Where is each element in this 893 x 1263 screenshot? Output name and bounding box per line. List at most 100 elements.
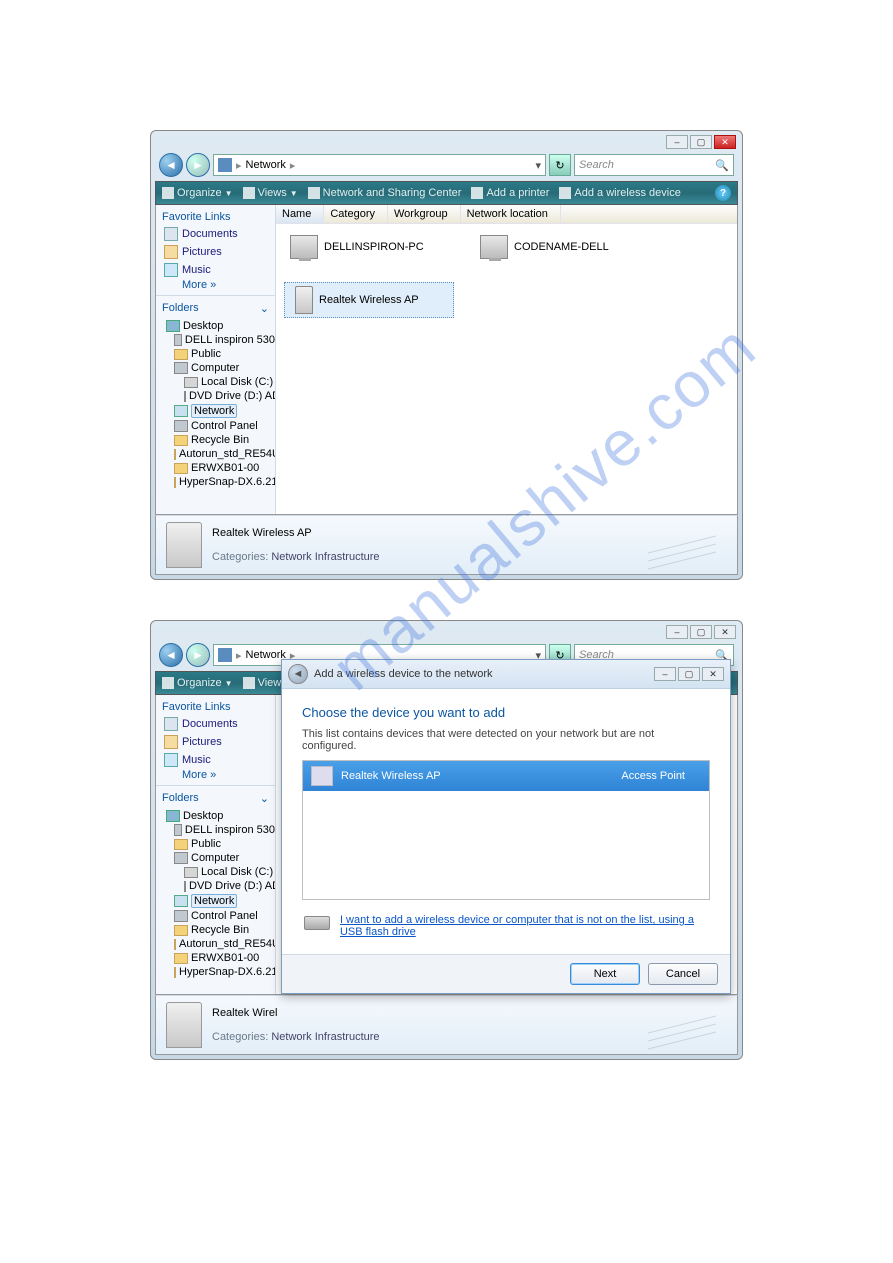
computer-icon [174, 362, 188, 374]
tree-erwxb[interactable]: ERWXB01-00 [156, 951, 275, 965]
col-workgroup[interactable]: Workgroup [388, 205, 461, 223]
computer-icon [290, 235, 318, 259]
tree-localdisk[interactable]: Local Disk (C:) [156, 375, 275, 389]
dialog-window-controls: – ▢ ✕ [654, 667, 724, 681]
back-button[interactable]: ◄ [159, 153, 183, 177]
cancel-button[interactable]: Cancel [648, 963, 718, 985]
sidebar-item-music[interactable]: Music [156, 261, 275, 279]
access-point-icon [166, 522, 202, 568]
tree-dvddrive[interactable]: DVD Drive (D:) AD [156, 879, 275, 893]
breadcrumb-network[interactable]: Network [246, 159, 286, 171]
tree-desktop[interactable]: Desktop [156, 809, 275, 823]
tree-dell530[interactable]: DELL inspiron 530 [156, 333, 275, 347]
maximize-button[interactable]: ▢ [690, 135, 712, 149]
network-items: DELLINSPIRON-PC CODENAME-DELL Realtek Wi… [276, 224, 737, 326]
recyclebin-icon [174, 435, 188, 446]
minimize-button[interactable]: – [666, 135, 688, 149]
tree-autorun[interactable]: Autorun_std_RE54U0 [156, 447, 275, 461]
network-item-realtek[interactable]: Realtek Wireless AP [284, 282, 454, 318]
window-controls: – ▢ ✕ [155, 135, 738, 151]
nav-pane: Favorite Links Documents Pictures Music … [156, 695, 276, 994]
sidebar-item-more[interactable]: More » [156, 769, 275, 781]
tree-controlpanel[interactable]: Control Panel [156, 419, 275, 433]
disk-icon [184, 867, 198, 878]
dialog-title: Add a wireless device to the network [314, 668, 493, 680]
folder-tree: Desktop DELL inspiron 530 Public Compute… [156, 317, 275, 489]
col-netloc[interactable]: Network location [461, 205, 561, 223]
documents-icon [164, 227, 178, 241]
device-name: Realtek Wireless AP [341, 770, 441, 782]
maximize-button[interactable]: ▢ [690, 625, 712, 639]
tree-network[interactable]: Network [156, 403, 275, 419]
views-button[interactable]: Views [243, 187, 298, 199]
details-category: Categories: Network Infrastructure [212, 539, 380, 563]
usb-link[interactable]: I want to add a wireless device or compu… [340, 914, 710, 938]
tree-desktop[interactable]: Desktop [156, 319, 275, 333]
sidebar-item-pictures[interactable]: Pictures [156, 243, 275, 261]
close-button[interactable]: ✕ [702, 667, 724, 681]
address-bar[interactable]: ▸ Network ▸ ▾ [213, 154, 546, 176]
minimize-button[interactable]: – [654, 667, 676, 681]
tree-hypersnap[interactable]: HyperSnap-DX.6.21. [156, 475, 275, 489]
help-button[interactable]: ? [715, 185, 731, 201]
device-item-realtek[interactable]: Realtek Wireless AP Access Point [303, 761, 709, 791]
col-category[interactable]: Category [324, 205, 388, 223]
tree-controlpanel[interactable]: Control Panel [156, 909, 275, 923]
tree-erwxb[interactable]: ERWXB01-00 [156, 461, 275, 475]
tree-dvddrive[interactable]: DVD Drive (D:) AD [156, 389, 275, 403]
dialog-back-button[interactable]: ◄ [288, 664, 308, 684]
organize-button[interactable]: Organize [162, 187, 233, 199]
breadcrumb-network[interactable]: Network [246, 649, 286, 661]
details-pane: Realtek Wireless AP Categories: Network … [155, 515, 738, 575]
maximize-button[interactable]: ▢ [678, 667, 700, 681]
next-button[interactable]: Next [570, 963, 640, 985]
tree-public[interactable]: Public [156, 347, 275, 361]
add-wireless-button[interactable]: Add a wireless device [559, 187, 680, 199]
refresh-button[interactable]: ↻ [549, 154, 571, 176]
forward-button[interactable]: ► [186, 643, 210, 667]
tree-autorun[interactable]: Autorun_std_RE54U0 [156, 937, 275, 951]
folders-header[interactable]: Folders⌄ [156, 785, 275, 807]
dropdown-icon[interactable]: ▾ [535, 159, 541, 172]
command-bar: Organize Views Network and Sharing Cente… [155, 181, 738, 205]
tree-dell530[interactable]: DELL inspiron 530 [156, 823, 275, 837]
sharing-center-button[interactable]: Network and Sharing Center [308, 187, 462, 199]
close-button[interactable]: ✕ [714, 135, 736, 149]
tree-localdisk[interactable]: Local Disk (C:) [156, 865, 275, 879]
sidebar-item-music[interactable]: Music [156, 751, 275, 769]
network-item-dellinspiron[interactable]: DELLINSPIRON-PC [284, 232, 454, 262]
minimize-button[interactable]: – [666, 625, 688, 639]
add-printer-button[interactable]: Add a printer [471, 187, 549, 199]
tree-public[interactable]: Public [156, 837, 275, 851]
forward-button[interactable]: ► [186, 153, 210, 177]
breadcrumb-sep: ▸ [236, 159, 242, 172]
computer-icon [174, 824, 182, 836]
organize-button[interactable]: Organize [162, 677, 233, 689]
folders-header[interactable]: Folders⌄ [156, 295, 275, 317]
close-button[interactable]: ✕ [714, 625, 736, 639]
tree-computer[interactable]: Computer [156, 851, 275, 865]
pictures-icon [164, 245, 178, 259]
details-pane: Realtek Wirel Categories: Network Infras… [155, 995, 738, 1055]
dvd-icon [184, 881, 186, 892]
details-title: Realtek Wirel [212, 1007, 380, 1019]
views-icon [243, 187, 255, 199]
chevron-down-icon: ⌄ [260, 302, 269, 315]
col-name[interactable]: Name [276, 205, 324, 223]
search-input[interactable]: Search 🔍 [574, 154, 734, 176]
sidebar-item-pictures[interactable]: Pictures [156, 733, 275, 751]
back-button[interactable]: ◄ [159, 643, 183, 667]
tree-recyclebin[interactable]: Recycle Bin [156, 433, 275, 447]
network-item-codename[interactable]: CODENAME-DELL [474, 232, 644, 262]
tree-recyclebin[interactable]: Recycle Bin [156, 923, 275, 937]
tree-computer[interactable]: Computer [156, 361, 275, 375]
sidebar-item-more[interactable]: More » [156, 279, 275, 291]
chevron-down-icon: ⌄ [260, 792, 269, 805]
network-icon [218, 158, 232, 172]
usb-link-row: I want to add a wireless device or compu… [302, 900, 710, 942]
tree-hypersnap[interactable]: HyperSnap-DX.6.21. [156, 965, 275, 979]
sidebar-item-documents[interactable]: Documents [156, 715, 275, 733]
tree-network[interactable]: Network [156, 893, 275, 909]
network-icon [218, 648, 232, 662]
sidebar-item-documents[interactable]: Documents [156, 225, 275, 243]
